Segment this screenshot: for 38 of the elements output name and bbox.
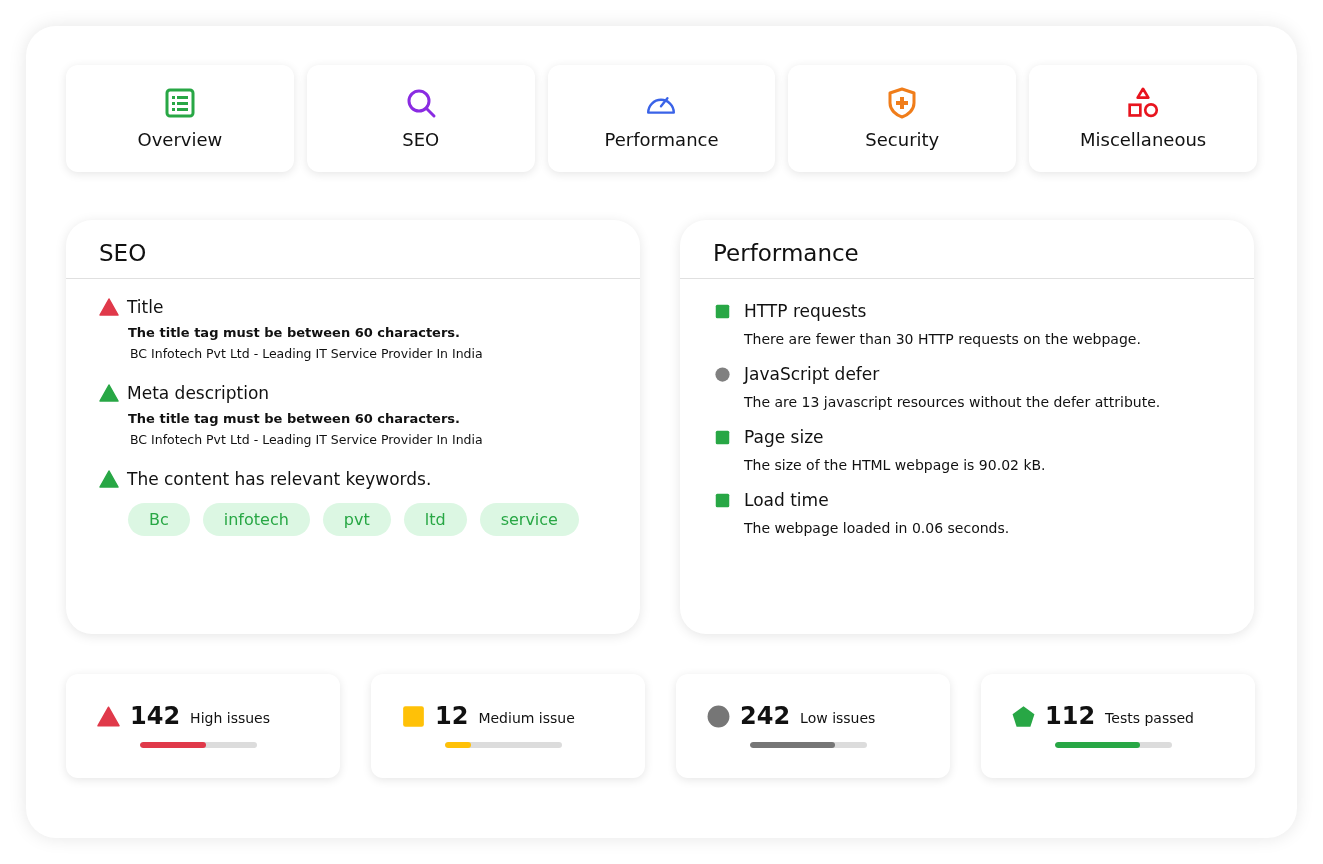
issue-count: 242 xyxy=(740,702,791,730)
item-value: BC Infotech Pvt Ltd - Leading IT Service Provider In India xyxy=(130,432,484,447)
issue-count: 112 xyxy=(1045,702,1096,730)
item-message: The title tag must be between 60 characters. xyxy=(128,325,461,340)
item-title: Title xyxy=(127,297,164,317)
item-message: The are 13 javascript resources without the defer attribute. xyxy=(744,394,1162,410)
list-icon xyxy=(163,87,196,119)
issue-count: 12 xyxy=(435,702,469,730)
item-title: HTTP requests xyxy=(744,301,867,321)
panel-title: Performance xyxy=(680,220,1254,279)
item-title: The content has relevant keywords. xyxy=(127,469,432,489)
keyword-tag: pvt xyxy=(322,503,391,536)
item-title: Page size xyxy=(744,427,824,447)
item-title: JavaScript defer xyxy=(744,364,880,384)
item-value: BC Infotech Pvt Ltd - Leading IT Service Provider In India xyxy=(130,346,484,361)
keyword-tag: Bc xyxy=(128,503,190,536)
tab[interactable]: Overview xyxy=(66,65,294,172)
issue-label: Tests passed xyxy=(1105,710,1194,726)
tab[interactable]: Security xyxy=(788,65,1017,172)
keyword-tag: service xyxy=(479,503,579,536)
issue-label: High issues xyxy=(190,710,270,726)
issue-count: 142 xyxy=(130,702,181,730)
tab[interactable]: SEO xyxy=(306,65,535,172)
shield-icon xyxy=(886,87,919,119)
item-title: Meta description xyxy=(127,383,270,403)
item-message: The size of the HTML webpage is 90.02 kB. xyxy=(744,457,1047,473)
issue-label: Medium issue xyxy=(478,710,575,726)
item-message: There are fewer than 30 HTTP requests on the webpage. xyxy=(744,331,1142,347)
tab[interactable]: Performance xyxy=(547,65,776,172)
shapes-icon xyxy=(1127,87,1160,119)
item-message: The title tag must be between 60 characters. xyxy=(128,411,461,426)
issue-label: Low issues xyxy=(800,710,876,726)
panel-title: SEO xyxy=(66,220,640,279)
keyword-tag: ltd xyxy=(403,503,467,536)
item-title: Load time xyxy=(744,490,829,510)
keyword-tag: infotech xyxy=(202,503,310,536)
tab[interactable]: Miscellaneous xyxy=(1029,65,1257,172)
item-message: The webpage loaded in 0.06 seconds. xyxy=(744,520,1011,536)
